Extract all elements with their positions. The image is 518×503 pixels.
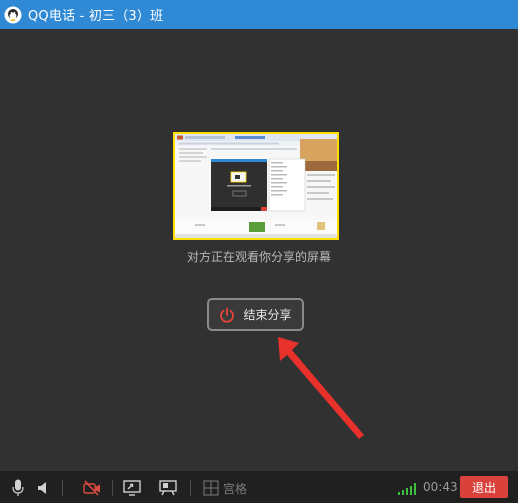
call-timer: 00:43 [423, 480, 458, 494]
toolbar-divider [190, 480, 191, 496]
main-area: 对方正在观看你分享的屏幕 结束分享 [0, 29, 518, 471]
title-bar: QQ电话 - 初三（3）班 [0, 0, 518, 29]
toolbar-divider [62, 480, 63, 496]
speaker-icon[interactable] [35, 479, 53, 497]
exit-button[interactable]: 退出 [460, 476, 508, 498]
window-title: QQ电话 - 初三（3）班 [28, 9, 164, 24]
qq-logo-icon [4, 6, 22, 23]
screen-share-icon[interactable] [123, 479, 141, 497]
signal-strength-icon [398, 483, 416, 495]
toolbar-divider [112, 480, 113, 496]
microphone-icon[interactable] [9, 479, 27, 497]
grid-icon[interactable] [202, 479, 220, 497]
annotation-arrow-icon [278, 337, 364, 439]
whiteboard-icon[interactable] [159, 479, 177, 497]
call-toolbar: 宫格 00:43 退出 [0, 471, 518, 503]
grid-view-label[interactable]: 宫格 [223, 480, 247, 497]
camera-off-icon[interactable] [83, 479, 101, 497]
